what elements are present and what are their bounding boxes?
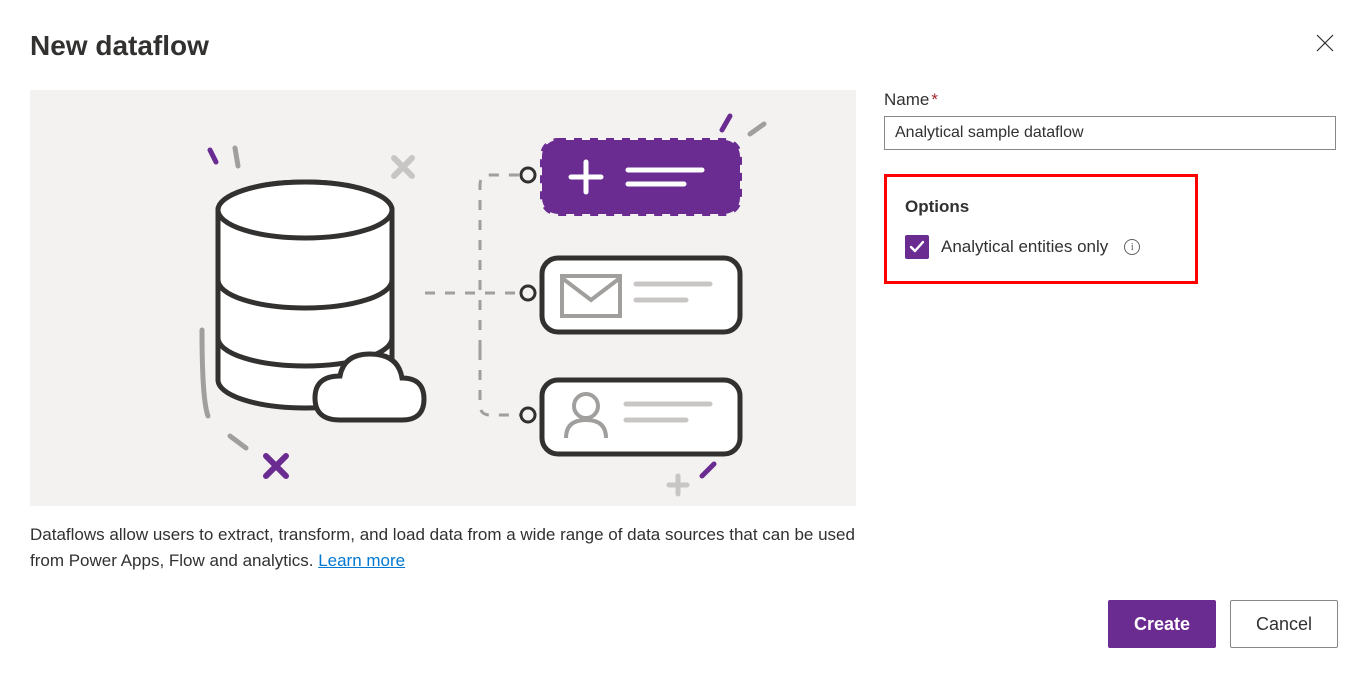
analytical-checkbox[interactable] (905, 235, 929, 259)
dialog-footer: Create Cancel (1108, 600, 1338, 648)
close-button[interactable] (1312, 30, 1338, 61)
description-text: Dataflows allow users to extract, transf… (30, 525, 855, 570)
name-field-label: Name* (884, 90, 1338, 110)
dialog-title: New dataflow (30, 30, 209, 62)
dataflow-illustration (30, 90, 856, 506)
info-icon[interactable]: i (1124, 239, 1140, 255)
left-column: Dataflows allow users to extract, transf… (30, 90, 856, 573)
right-column: Name* Options Analytical entities only i (884, 90, 1338, 573)
learn-more-link[interactable]: Learn more (318, 551, 405, 570)
options-title: Options (905, 197, 1177, 217)
options-section: Options Analytical entities only i (884, 174, 1198, 284)
name-input[interactable] (884, 116, 1336, 150)
dialog-content: Dataflows allow users to extract, transf… (30, 90, 1338, 573)
create-button[interactable]: Create (1108, 600, 1216, 648)
close-icon (1316, 34, 1334, 52)
cancel-button[interactable]: Cancel (1230, 600, 1338, 648)
new-dataflow-dialog: New dataflow (0, 0, 1368, 603)
name-label-text: Name (884, 90, 929, 109)
dataflow-description: Dataflows allow users to extract, transf… (30, 522, 856, 573)
check-icon (909, 240, 925, 254)
required-asterisk: * (931, 90, 938, 109)
dialog-header: New dataflow (30, 30, 1338, 62)
analytical-checkbox-label: Analytical entities only (941, 237, 1108, 257)
analytical-checkbox-row: Analytical entities only i (905, 235, 1177, 259)
